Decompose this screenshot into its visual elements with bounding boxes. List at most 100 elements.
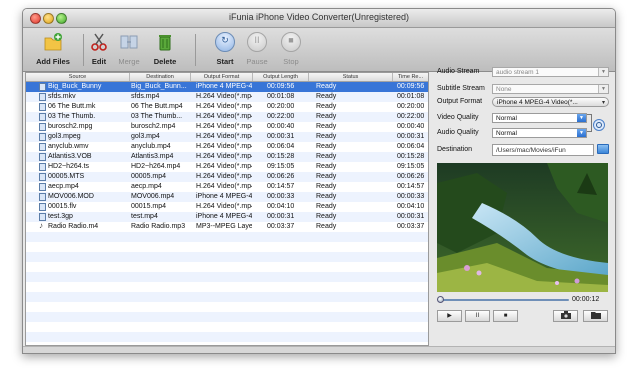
play-button[interactable]: ▶ [437, 310, 462, 322]
cell-time-remaining: 00:06:04 [397, 143, 425, 150]
pause-playback-button[interactable]: II [465, 310, 490, 322]
add-folder-icon [44, 33, 62, 51]
cell-time-remaining: 00:20:00 [397, 103, 425, 110]
cell-output-format: H.264 Video(*.mp4) [196, 203, 252, 210]
cell-status: Ready [316, 123, 337, 130]
empty-row [26, 262, 428, 272]
playback-time: 00:00:12 [572, 296, 600, 303]
title-bar: iFunia iPhone Video Converter(Unregister… [23, 9, 615, 28]
column-header-source[interactable]: Source [26, 73, 130, 81]
cell-output-format: iPhone 4 MPEG-4... [196, 213, 252, 220]
music-file-icon [39, 221, 46, 231]
empty-row [26, 232, 428, 242]
cell-output-length: 00:09:56 [267, 83, 295, 90]
cell-destination: gol3.mp4 [131, 133, 160, 140]
cell-output-length: 00:22:00 [267, 113, 295, 120]
delete-button[interactable]: Delete [143, 30, 187, 70]
stop-playback-button[interactable]: ■ [493, 310, 518, 322]
table-row[interactable]: 00015.flv 00015.mp4 H.264 Video(*.mp4) 00:0… [26, 202, 428, 212]
cell-destination: 00005.mp4 [131, 173, 167, 180]
stop-icon: ■ [281, 32, 301, 52]
table-row[interactable]: aecp.mp4 aecp.mp4 H.264 Video(*.mp4) 00:14:… [26, 182, 428, 192]
empty-row [26, 282, 428, 292]
empty-row [26, 302, 428, 312]
video-file-icon [39, 143, 46, 151]
cell-time-remaining: 00:06:26 [397, 173, 425, 180]
file-list[interactable]: Source Destination Output Format Output … [25, 72, 429, 346]
table-row[interactable]: Big_Buck_Bunny Big_Buck_Bunn... iPhone 4 M… [26, 82, 428, 92]
table-row[interactable]: 00005.MTS 00005.mp4 H.264 Video(*.mp4) 00:0… [26, 172, 428, 182]
snapshot-button[interactable] [553, 310, 578, 322]
cell-time-remaining: 00:22:00 [397, 113, 425, 120]
seek-track[interactable] [439, 299, 569, 301]
video-quality-label: Video Quality [437, 114, 479, 121]
table-row[interactable]: gol3.mpeg gol3.mp4 H.264 Video(*.mp4) 00:00… [26, 132, 428, 142]
window-title: iFunia iPhone Video Converter(Unregister… [229, 12, 409, 22]
table-row[interactable]: burosch2.mpg burosch2.mp4 H.264 Video(*.mp… [26, 122, 428, 132]
cell-output-format: H.264 Video(*.mp4) [196, 113, 252, 120]
pause-icon: II [475, 313, 480, 319]
folder-icon[interactable] [597, 144, 609, 154]
cell-status: Ready [316, 163, 337, 170]
empty-row [26, 292, 428, 302]
stop-button[interactable]: ■ Stop [269, 30, 313, 70]
audio-stream-value: audio stream 1 [496, 69, 539, 76]
cell-destination: sfds.mp4 [131, 93, 160, 100]
cell-destination: 03 The Thumb... [131, 113, 183, 120]
column-header-output-length[interactable]: Output Length [253, 73, 309, 81]
table-row[interactable]: Atlantis3.VOB Atlantis3.mp4 H.264 Video(*.… [26, 152, 428, 162]
cell-status: Ready [316, 213, 337, 220]
cell-status: Ready [316, 83, 337, 90]
subtitle-stream-select[interactable]: None ▼ [492, 84, 609, 94]
cell-time-remaining: 00:00:33 [397, 193, 425, 200]
cell-output-format: H.264 Video(*.mp4) [196, 123, 252, 130]
output-format-select[interactable]: iPhone 4 MPEG-4 Video(*... ▾ [492, 97, 609, 107]
cell-time-remaining: 00:00:31 [397, 133, 425, 140]
destination-label: Destination [437, 146, 473, 153]
video-quality-select[interactable]: Normal ▼ [492, 113, 587, 123]
seek-knob[interactable] [437, 296, 444, 303]
table-row[interactable]: 06 The Butt.mk 06 The Butt.mp4 H.264 Video… [26, 102, 428, 112]
destination-field[interactable]: /Users/mac/Movies/iFun [492, 144, 594, 156]
cell-destination: Big_Buck_Bunn... [131, 83, 187, 90]
table-row[interactable]: anyclub.wmv anyclub.mp4 H.264 Video(*.mp4)… [26, 142, 428, 152]
table-header: Source Destination Output Format Output … [26, 73, 428, 82]
cell-output-length: 00:06:26 [267, 173, 295, 180]
table-row[interactable]: 03 The Thumb. 03 The Thumb... H.264 Video(… [26, 112, 428, 122]
open-snapshot-folder-button[interactable] [583, 310, 608, 322]
column-header-output-format[interactable]: Output Format [191, 73, 253, 81]
cell-output-format: H.264 Video(*.mp4) [196, 93, 252, 100]
updown-chevron-icon: ▾ [601, 100, 605, 106]
cell-source: Big_Buck_Bunny [48, 83, 102, 90]
video-quality-value: Normal [496, 115, 517, 122]
settings-gear-icon[interactable] [593, 119, 605, 131]
audio-stream-select[interactable]: audio stream 1 ▼ [492, 67, 609, 77]
add-files-button[interactable]: Add Files [31, 30, 75, 70]
video-file-icon [39, 113, 46, 121]
audio-quality-value: Normal [496, 130, 517, 137]
video-file-icon [39, 153, 46, 161]
cell-source: test.3gp [48, 213, 73, 220]
link-bracket [587, 114, 592, 132]
cell-source: 06 The Butt.mk [48, 103, 96, 110]
subtitle-stream-value: None [496, 86, 512, 93]
cell-destination: 06 The Butt.mp4 [131, 103, 183, 110]
trash-icon [159, 35, 171, 51]
cell-status: Ready [316, 183, 337, 190]
column-header-status[interactable]: Status [309, 73, 393, 81]
table-row[interactable]: Radio Radio.m4 Radio Radio.mp3 MP3--MPEG L… [26, 221, 428, 232]
cell-source: aecp.mp4 [48, 183, 79, 190]
video-file-icon [39, 213, 46, 221]
column-header-time-remaining[interactable]: Time Re... [393, 73, 428, 81]
audio-quality-select[interactable]: Normal ▼ [492, 128, 587, 138]
video-preview [437, 163, 608, 292]
cell-time-remaining: 00:09:56 [397, 83, 425, 90]
table-row[interactable]: HD2~h264.ts HD2~h264.mp4 H.264 Video(*.mp4… [26, 162, 428, 172]
table-row[interactable]: sfds.mkv sfds.mp4 H.264 Video(*.mp4) 00:01:… [26, 92, 428, 102]
cell-source: Radio Radio.m4 [48, 223, 99, 230]
table-row[interactable]: MOV006.MOD MOV006.mp4 iPhone 4 MPEG-4... 00… [26, 192, 428, 202]
cell-destination: Radio Radio.mp3 [131, 223, 186, 230]
empty-row [26, 272, 428, 282]
column-header-destination[interactable]: Destination [130, 73, 191, 81]
table-row[interactable]: test.3gp test.mp4 iPhone 4 MPEG-4... 00:00:… [26, 212, 428, 222]
